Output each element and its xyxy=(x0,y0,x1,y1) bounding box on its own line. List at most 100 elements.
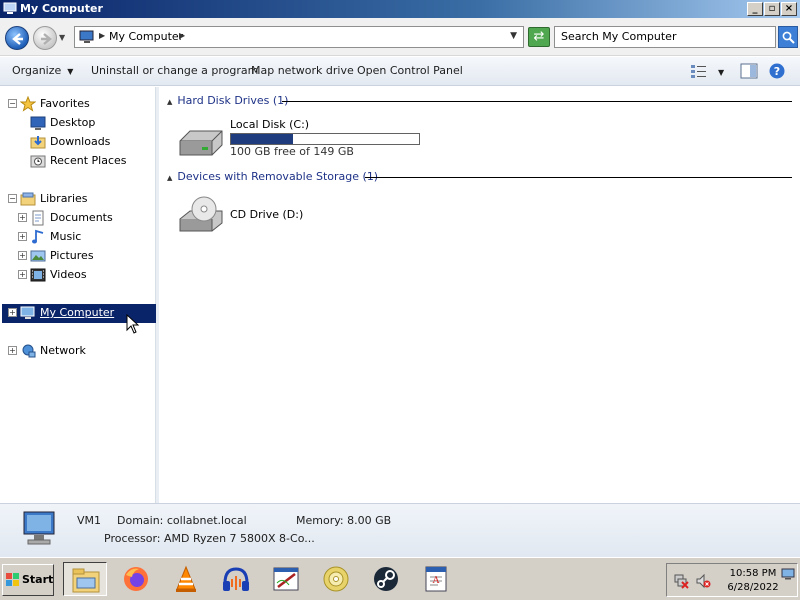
details-pane: VM1 Domain: collabnet.local Memory: 8.00… xyxy=(0,503,800,557)
nav-libraries[interactable]: − Libraries xyxy=(8,190,148,208)
search-button[interactable] xyxy=(778,26,798,48)
breadcrumb-chevron-icon[interactable]: ▶ xyxy=(179,31,185,40)
computer-icon xyxy=(79,30,94,43)
collapse-triangle-icon[interactable]: ▲ xyxy=(167,98,172,106)
minimize-button[interactable]: _ xyxy=(747,2,763,16)
view-dropdown-icon[interactable]: ▼ xyxy=(718,66,724,80)
view-options-icon[interactable] xyxy=(690,63,708,79)
help-icon[interactable]: ? xyxy=(768,63,786,79)
mouse-cursor-icon xyxy=(126,314,140,334)
collapse-icon[interactable]: − xyxy=(8,99,17,108)
cd-drive-icon[interactable] xyxy=(176,195,226,235)
nav-item-pictures[interactable]: + Pictures xyxy=(18,247,150,265)
breadcrumb-arrow-icon[interactable]: ▶ xyxy=(99,31,105,40)
address-field[interactable]: ▶ My Computer ▶ ▼ xyxy=(74,26,524,48)
nav-item-documents[interactable]: + Documents xyxy=(18,209,150,227)
collapse-icon[interactable]: − xyxy=(8,194,17,203)
group-header-hard-disk-drives[interactable]: ▲ Hard Disk Drives (1) xyxy=(167,94,792,108)
taskbar: Start A 10:58 PM 6/28/2022 xyxy=(0,557,800,600)
command-bar: Organize ▼ Uninstall or change a program … xyxy=(0,57,800,86)
nav-favorites[interactable]: − Favorites xyxy=(8,95,148,113)
clock-date: 6/28/2022 xyxy=(727,582,779,593)
uninstall-program-button[interactable]: Uninstall or change a program xyxy=(91,64,258,78)
capacity-bar xyxy=(230,133,420,145)
back-button[interactable] xyxy=(5,26,29,50)
collapse-triangle-icon[interactable]: ▲ xyxy=(167,174,172,182)
clock[interactable]: 10:58 PM 6/28/2022 xyxy=(723,567,783,595)
capacity-fill xyxy=(231,134,294,144)
content-pane[interactable]: ▲ Hard Disk Drives (1) Local Disk (C:) 10… xyxy=(159,87,800,503)
drive-free-space: 100 GB free of 149 GB xyxy=(230,145,354,158)
search-icon xyxy=(782,31,795,44)
nav-item-music[interactable]: + Music xyxy=(18,228,150,246)
taskbar-steam[interactable] xyxy=(364,562,408,596)
libraries-icon xyxy=(20,192,36,206)
nav-item-pictures-label: Pictures xyxy=(50,249,94,262)
nav-item-downloads-label: Downloads xyxy=(50,135,111,148)
volume-muted-icon[interactable] xyxy=(695,573,711,589)
nav-item-network[interactable]: + Network xyxy=(8,342,148,360)
taskbar-cd-app[interactable] xyxy=(314,562,358,596)
organize-button[interactable]: Organize ▼ xyxy=(12,64,73,79)
refresh-button[interactable]: ⇄ xyxy=(528,27,550,47)
address-bar-row: ▼ ▶ My Computer ▶ ▼ ⇄ Search My Computer xyxy=(0,18,800,56)
recent-pages-dropdown[interactable]: ▼ xyxy=(59,33,65,42)
nav-item-videos[interactable]: + Videos xyxy=(18,266,150,284)
address-dropdown-icon[interactable]: ▼ xyxy=(510,31,517,41)
forward-button[interactable] xyxy=(33,26,57,50)
taskbar-firefox[interactable] xyxy=(114,562,158,596)
steam-icon xyxy=(374,567,398,591)
map-network-drive-button[interactable]: Map network drive xyxy=(251,64,354,78)
breadcrumb-my-computer[interactable]: My Computer xyxy=(109,30,183,44)
nav-item-recent-places[interactable]: Recent Places xyxy=(30,152,150,170)
expand-icon[interactable]: + xyxy=(18,213,27,222)
expand-icon[interactable]: + xyxy=(8,308,17,317)
group-title: Devices with Removable Storage (1) xyxy=(177,170,379,183)
drive-name-c[interactable]: Local Disk (C:) xyxy=(230,118,309,132)
expand-icon[interactable]: + xyxy=(8,346,17,355)
maximize-button[interactable]: ▫ xyxy=(764,2,780,16)
drive-name-d[interactable]: CD Drive (D:) xyxy=(230,208,303,222)
group-divider xyxy=(365,177,792,178)
taskbar-audacity[interactable] xyxy=(214,562,258,596)
nav-item-recent-places-label: Recent Places xyxy=(50,154,127,167)
document-app-icon: A xyxy=(425,566,447,592)
preview-pane-icon[interactable] xyxy=(740,63,758,79)
close-button[interactable]: × xyxy=(781,2,797,16)
open-control-panel-button[interactable]: Open Control Panel xyxy=(357,64,463,78)
hard-disk-icon[interactable] xyxy=(176,123,226,163)
show-desktop-icon[interactable] xyxy=(781,568,795,580)
svg-text:A: A xyxy=(432,576,440,586)
nav-item-my-computer-label: My Computer xyxy=(40,306,115,319)
computer-name: VM1 xyxy=(77,514,102,527)
taskbar-drawing-app[interactable] xyxy=(264,562,308,596)
nav-item-desktop[interactable]: Desktop xyxy=(30,114,150,132)
star-icon xyxy=(20,96,36,112)
expand-icon[interactable]: + xyxy=(18,251,27,260)
videos-icon xyxy=(30,268,46,282)
taskbar-document-app[interactable]: A xyxy=(414,562,458,596)
taskbar-vlc[interactable] xyxy=(164,562,208,596)
computer-icon xyxy=(20,306,35,319)
navigation-pane[interactable]: − Favorites Desktop Downloads Recent Pla… xyxy=(0,87,157,503)
pictures-icon xyxy=(30,250,46,262)
expand-icon[interactable]: + xyxy=(18,270,27,279)
nav-item-music-label: Music xyxy=(50,230,82,243)
search-input[interactable]: Search My Computer xyxy=(554,26,776,48)
nav-item-downloads[interactable]: Downloads xyxy=(30,133,150,151)
start-button[interactable]: Start xyxy=(2,564,54,596)
cd-icon xyxy=(323,566,349,592)
nav-item-network-label: Network xyxy=(40,344,86,357)
back-arrow-icon xyxy=(12,33,23,45)
domain-info: Domain: collabnet.local xyxy=(117,514,247,527)
taskbar-explorer[interactable] xyxy=(63,562,107,596)
vlc-icon xyxy=(176,565,196,592)
network-disconnected-icon[interactable] xyxy=(673,573,689,589)
title-bar[interactable]: My Computer _ ▫ × xyxy=(0,0,800,18)
processor-info: Processor: AMD Ryzen 7 5800X 8-Co... xyxy=(104,532,315,545)
nav-item-documents-label: Documents xyxy=(50,211,113,224)
downloads-folder-icon xyxy=(30,136,46,149)
group-divider xyxy=(282,101,792,102)
expand-icon[interactable]: + xyxy=(18,232,27,241)
group-header-removable-storage[interactable]: ▲ Devices with Removable Storage (1) xyxy=(167,170,792,184)
